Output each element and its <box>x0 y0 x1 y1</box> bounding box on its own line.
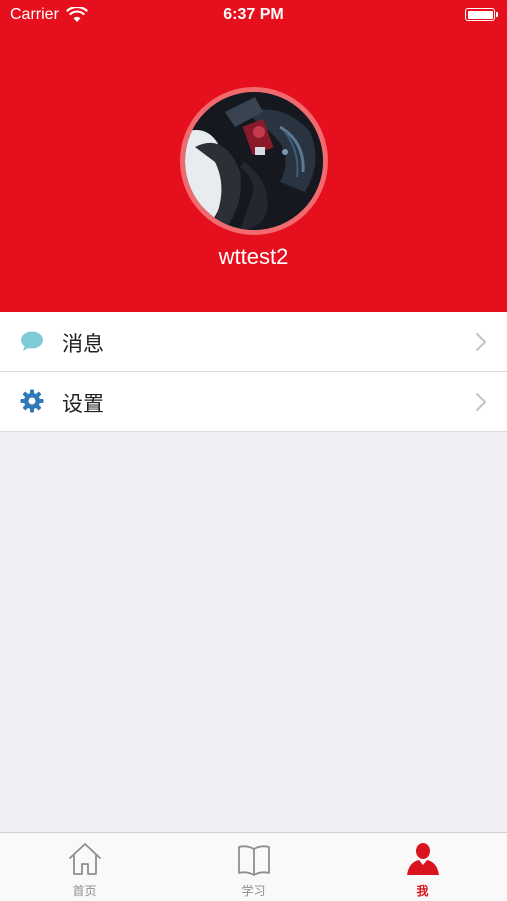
tab-me[interactable]: 我 <box>338 833 507 901</box>
home-icon <box>68 843 101 875</box>
username: wttest2 <box>218 244 289 269</box>
chat-bubble-icon <box>21 331 43 351</box>
tab-label: 我 <box>416 884 429 898</box>
chevron-right-icon <box>476 393 486 411</box>
menu-item-label: 设置 <box>62 393 104 416</box>
tab-bar: 首页 学习 我 <box>0 832 507 901</box>
book-icon <box>237 845 270 876</box>
menu-item-messages[interactable]: 消息 <box>0 312 507 372</box>
avatar-photo <box>185 92 323 230</box>
tab-study[interactable]: 学习 <box>169 833 338 901</box>
person-icon <box>406 843 439 875</box>
profile-header: wttest2 <box>0 0 507 312</box>
avatar[interactable] <box>180 87 328 235</box>
tab-home[interactable]: 首页 <box>0 833 169 901</box>
menu-list: 消息 设置 <box>0 312 507 432</box>
battery-level <box>467 10 493 19</box>
battery-icon <box>465 8 498 21</box>
clock: 6:37 PM <box>223 6 284 23</box>
status-bar: Carrier 6:37 PM <box>0 0 507 30</box>
menu-item-label: 消息 <box>62 333 104 356</box>
gear-icon <box>20 389 44 413</box>
chevron-right-icon <box>476 333 486 351</box>
menu-item-settings[interactable]: 设置 <box>0 372 507 432</box>
tab-label: 首页 <box>72 884 97 898</box>
tab-label: 学习 <box>241 884 266 898</box>
